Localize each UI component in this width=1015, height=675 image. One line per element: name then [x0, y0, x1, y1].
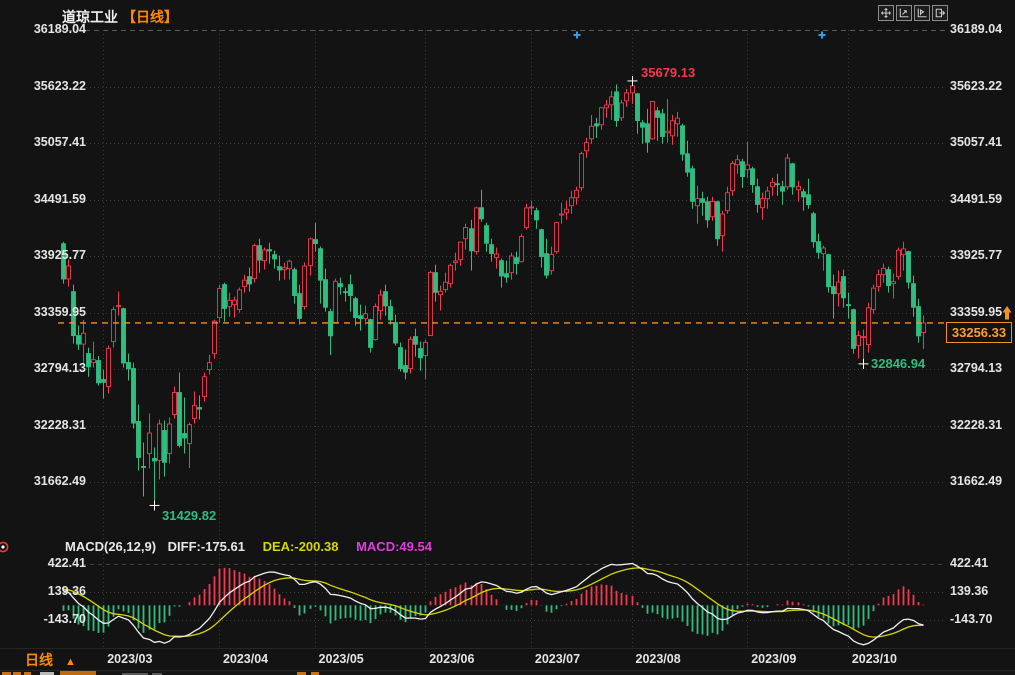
- period-selector[interactable]: 日线 ▲: [25, 650, 76, 670]
- macd-params: MACD(26,12,9): [65, 539, 156, 554]
- triangle-up-icon: ▲: [65, 656, 76, 668]
- macd-diff-value: DIFF:-175.61: [168, 539, 245, 554]
- page-forward-icon[interactable]: [932, 5, 948, 21]
- stock-chart-app: 道琼工业【日线】 36189.0436189.0435623.2235623.2…: [0, 0, 1015, 675]
- drawing-tools-icon[interactable]: [914, 5, 930, 21]
- macd-readout: MACD(26,12,9) DIFF:-175.61 DEA:-200.38 M…: [65, 539, 432, 554]
- price-up-arrow-icon: [1001, 305, 1013, 321]
- macd-macd-value: MACD:49.54: [356, 539, 432, 554]
- axis-separator: [0, 648, 1015, 649]
- range-stats-icon[interactable]: [896, 5, 912, 21]
- truncated-tab-bar: [0, 671, 1015, 675]
- chart-title: 道琼工业【日线】: [62, 7, 178, 27]
- macd-dea-value: DEA:-200.38: [263, 539, 339, 554]
- crosshair-move-icon[interactable]: [878, 5, 894, 21]
- symbol-name: 道琼工业: [62, 9, 118, 25]
- indicator-settings-icon[interactable]: [0, 540, 14, 554]
- candlestick-chart[interactable]: [0, 0, 1015, 675]
- period-tag: 【日线】: [122, 9, 178, 25]
- chart-toolbar: [878, 5, 948, 21]
- period-selector-label: 日线: [25, 652, 53, 668]
- last-price-box: 33256.33: [946, 322, 1012, 343]
